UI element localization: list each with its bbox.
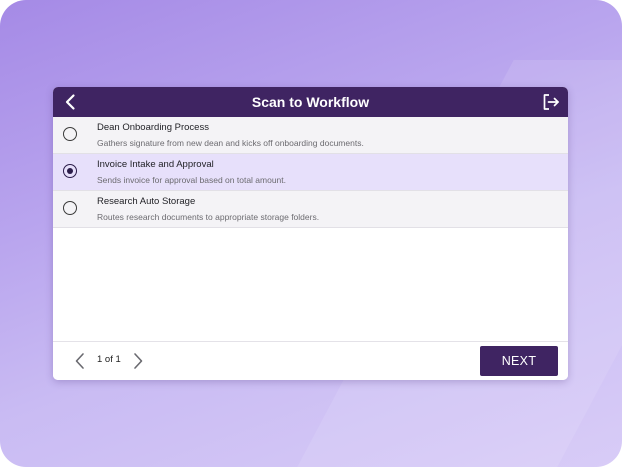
page-title: Scan to Workflow: [251, 94, 370, 110]
workflow-description: Sends invoice for approval based on tota…: [97, 175, 287, 185]
radio-button-selected[interactable]: [63, 164, 77, 178]
chevron-left-icon: [65, 94, 75, 110]
workflow-list: Dean Onboarding Process Gathers signatur…: [53, 117, 568, 228]
workflow-description: Routes research documents to appropriate…: [97, 212, 320, 222]
header-bar: Scan to Workflow: [53, 87, 568, 117]
radio-button[interactable]: [63, 127, 77, 141]
workflow-row-dean-onboarding[interactable]: Dean Onboarding Process Gathers signatur…: [53, 117, 568, 154]
chevron-right-icon: [134, 353, 143, 369]
page-next-button[interactable]: [131, 352, 145, 370]
workflow-row-research-storage[interactable]: Research Auto Storage Routes research do…: [53, 191, 568, 228]
next-button[interactable]: NEXT: [480, 346, 558, 376]
device-screen: Scan to Workflow Dean Onboarding Process…: [0, 0, 622, 467]
footer-bar: 1 of 1 NEXT: [53, 341, 568, 380]
workflow-panel: Scan to Workflow Dean Onboarding Process…: [53, 87, 568, 380]
page-prev-button[interactable]: [73, 352, 87, 370]
workflow-name: Invoice Intake and Approval: [97, 159, 214, 170]
radio-button[interactable]: [63, 201, 77, 215]
back-button[interactable]: [61, 92, 81, 112]
workflow-name: Research Auto Storage: [97, 196, 196, 207]
workflow-row-invoice-intake[interactable]: Invoice Intake and Approval Sends invoic…: [53, 154, 568, 191]
workflow-description: Gathers signature from new dean and kick…: [97, 138, 364, 148]
workflow-name: Dean Onboarding Process: [97, 122, 209, 133]
page-indicator: 1 of 1: [97, 354, 121, 365]
exit-button[interactable]: [541, 92, 561, 112]
logout-icon: [543, 94, 559, 110]
chevron-left-icon: [75, 353, 84, 369]
